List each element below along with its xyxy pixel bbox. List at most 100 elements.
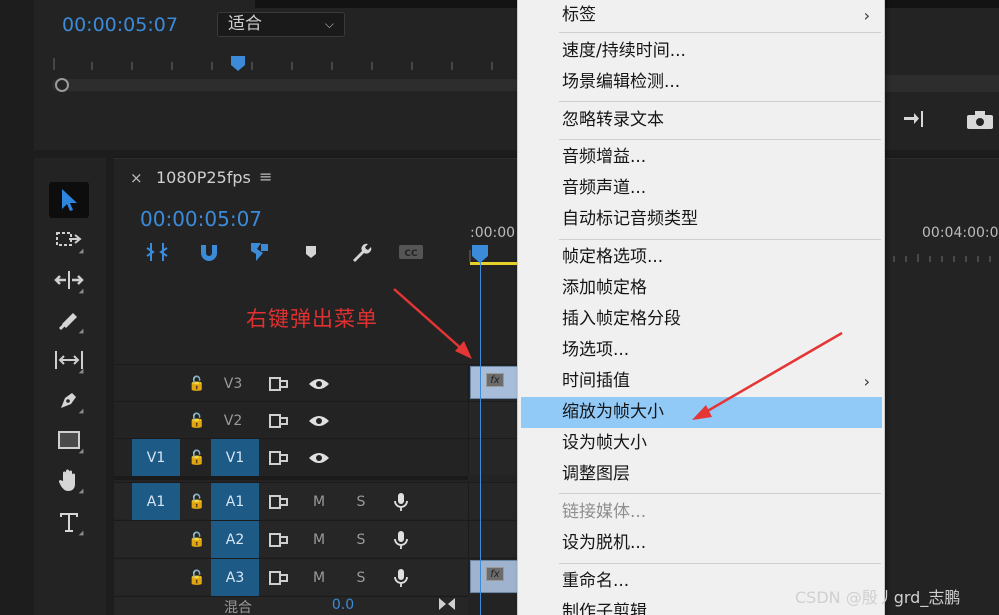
- menu-item-adjustment-layer[interactable]: 调整图层: [521, 459, 882, 490]
- microphone-icon[interactable]: [388, 483, 414, 520]
- track-v3[interactable]: 🔓 V3: [114, 364, 468, 401]
- close-tab-icon[interactable]: ×: [130, 169, 143, 187]
- microphone-icon[interactable]: [388, 521, 414, 558]
- hand-tool[interactable]: [49, 462, 89, 498]
- solo-button[interactable]: S: [348, 483, 374, 520]
- source-patch-a1[interactable]: A1: [132, 483, 180, 520]
- add-marker-button[interactable]: [296, 238, 326, 266]
- lock-icon[interactable]: 🔓: [182, 402, 212, 439]
- menu-item-speed-duration[interactable]: 速度/持续时间...: [521, 36, 882, 67]
- razor-icon: [58, 313, 77, 331]
- microphone-icon[interactable]: [388, 559, 414, 596]
- monitor-ruler[interactable]: [52, 52, 522, 74]
- track-target-a2[interactable]: A2: [211, 521, 259, 558]
- a2-lane[interactable]: [468, 520, 520, 557]
- type-icon: [60, 513, 78, 532]
- menu-item-audio-channels[interactable]: 音频声道...: [521, 173, 882, 204]
- mute-button[interactable]: M: [306, 559, 332, 596]
- menu-separator: [559, 563, 881, 564]
- track-a1[interactable]: A1 🔓 A1 M S: [114, 482, 468, 520]
- track-v1[interactable]: V1 🔓 V1: [114, 438, 468, 476]
- track-target-v1[interactable]: V1: [211, 439, 259, 476]
- sync-lock-icon[interactable]: [264, 521, 294, 558]
- selection-tool[interactable]: [49, 182, 89, 218]
- sync-lock-icon[interactable]: [264, 559, 294, 596]
- menu-item-set-to-frame-size[interactable]: 设为帧大小: [521, 428, 882, 459]
- monitor-playhead[interactable]: [230, 55, 246, 72]
- menu-item-add-frame-hold[interactable]: 添加帧定格: [521, 273, 882, 304]
- sync-lock-icon[interactable]: [264, 439, 294, 476]
- track-mix[interactable]: 混合 0.0: [114, 596, 468, 615]
- monitor-scroll-handle[interactable]: [55, 78, 69, 92]
- timeline-timecode[interactable]: 00:00:05:07: [140, 207, 262, 231]
- solo-button[interactable]: S: [348, 521, 374, 558]
- menu-item-label[interactable]: 标签 ›: [521, 0, 882, 31]
- audio-clip[interactable]: fx: [470, 560, 518, 593]
- razor-tool[interactable]: [49, 302, 89, 338]
- lock-icon[interactable]: 🔓: [182, 483, 212, 520]
- menu-item-scale-to-frame-size[interactable]: 缩放为帧大小: [521, 397, 882, 428]
- mix-label: 混合: [224, 600, 252, 615]
- track-a3[interactable]: 🔓 A3 M S: [114, 558, 468, 596]
- menu-item-time-interpolation[interactable]: 时间插值 ›: [521, 366, 882, 397]
- video-clip[interactable]: fx: [470, 366, 518, 399]
- track-v2[interactable]: 🔓 V2: [114, 401, 468, 438]
- ripple-edit-tool[interactable]: [49, 262, 89, 298]
- captions-button[interactable]: CC: [396, 238, 426, 266]
- linked-selection-icon: [251, 243, 268, 261]
- lock-icon[interactable]: 🔓: [182, 559, 212, 596]
- panel-menu-icon[interactable]: ≡: [259, 167, 272, 186]
- mute-button[interactable]: M: [306, 483, 332, 520]
- timeline-settings-button[interactable]: [346, 238, 376, 266]
- track-target-a3[interactable]: A3: [211, 559, 259, 596]
- lock-icon[interactable]: 🔓: [182, 439, 212, 476]
- mix-volume[interactable]: 0.0: [328, 597, 358, 615]
- sync-lock-icon[interactable]: [264, 483, 294, 520]
- track-select-tool[interactable]: [49, 222, 89, 258]
- lock-icon[interactable]: 🔓: [182, 365, 212, 402]
- linked-selection-button[interactable]: [244, 238, 274, 266]
- menu-item-field-options[interactable]: 场选项...: [521, 335, 882, 366]
- annotation-label: 右键弹出菜单: [246, 307, 378, 331]
- monitor-zoom-scrollbar[interactable]: [52, 79, 522, 91]
- menu-item-scene-edit-detection[interactable]: 场景编辑检测...: [521, 67, 882, 98]
- menu-separator: [559, 32, 881, 33]
- track-target-a1[interactable]: A1: [211, 483, 259, 520]
- video-audio-divider[interactable]: [114, 476, 468, 480]
- monitor-scrollbar-right[interactable]: [884, 75, 999, 92]
- source-patch-v1[interactable]: V1: [132, 439, 180, 476]
- go-to-end-icon[interactable]: [434, 597, 460, 615]
- rectangle-tool[interactable]: [49, 422, 89, 458]
- menu-item-make-offline[interactable]: 设为脱机...: [521, 528, 882, 559]
- eye-icon[interactable]: [304, 402, 334, 439]
- solo-button[interactable]: S: [348, 559, 374, 596]
- type-tool[interactable]: [49, 504, 89, 540]
- nest-toggle-button[interactable]: [142, 238, 172, 266]
- snap-button[interactable]: [194, 238, 224, 266]
- monitor-transport-buttons[interactable]: [877, 105, 999, 137]
- fit-select[interactable]: 适合 ⌵: [217, 12, 345, 37]
- sequence-tab[interactable]: 1080P25fps: [156, 168, 251, 187]
- menu-separator: [559, 239, 881, 240]
- pen-tool[interactable]: [49, 382, 89, 418]
- a1-lane[interactable]: [468, 482, 520, 519]
- v2-lane[interactable]: [468, 401, 520, 438]
- slip-tool[interactable]: [49, 342, 89, 378]
- mute-button[interactable]: M: [306, 521, 332, 558]
- eye-icon[interactable]: [304, 439, 334, 476]
- lock-icon[interactable]: 🔓: [182, 521, 212, 558]
- eye-icon[interactable]: [304, 365, 334, 402]
- menu-item-audio-gain[interactable]: 音频增益...: [521, 142, 882, 173]
- menu-item-auto-tag-audio[interactable]: 自动标记音频类型: [521, 204, 882, 235]
- program-timecode[interactable]: 00:00:05:07: [62, 14, 178, 36]
- fit-select-value: 适合: [228, 14, 262, 34]
- menu-item-ignore-transcript[interactable]: 忽略转录文本: [521, 105, 882, 136]
- nest-icon: [146, 243, 168, 261]
- v1-lane[interactable]: [468, 438, 520, 475]
- menu-item-insert-frame-hold-segment[interactable]: 插入帧定格分段: [521, 304, 882, 335]
- menu-item-frame-hold-options[interactable]: 帧定格选项...: [521, 242, 882, 273]
- sync-lock-icon[interactable]: [264, 365, 294, 402]
- export-frame-icon: [967, 111, 993, 129]
- track-a2[interactable]: 🔓 A2 M S: [114, 520, 468, 558]
- sync-lock-icon[interactable]: [264, 402, 294, 439]
